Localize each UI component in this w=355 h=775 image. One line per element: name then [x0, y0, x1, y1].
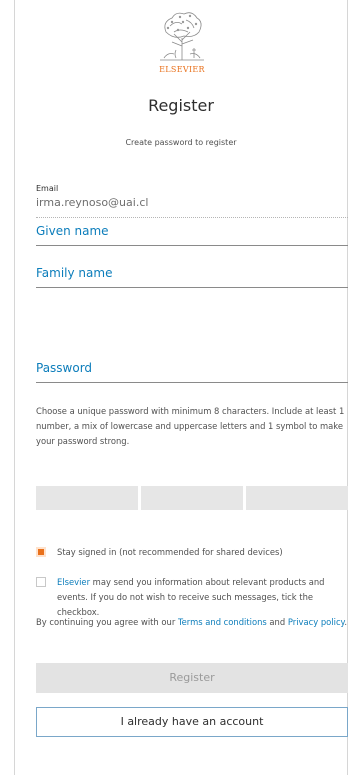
family-name-placeholder: Family name	[36, 266, 113, 280]
consent-prefix: By continuing you agree with our	[36, 617, 178, 627]
given-name-placeholder: Given name	[36, 224, 109, 238]
family-name-field[interactable]: Family name	[36, 264, 348, 288]
register-card: ELSEVIER Register Create password to reg…	[14, 0, 348, 775]
page-title: Register	[148, 96, 214, 115]
password-field[interactable]: Password	[36, 359, 348, 383]
email-label: Email	[36, 184, 59, 193]
privacy-link[interactable]: Privacy policy	[288, 617, 344, 627]
consent-suffix: .	[344, 617, 347, 627]
marketing-checkbox[interactable]	[36, 577, 46, 587]
marketing-text: may send you information about relevant …	[57, 577, 325, 617]
strength-segment	[36, 486, 138, 510]
logo-wordmark: ELSEVIER	[159, 65, 205, 74]
register-button[interactable]: Register	[36, 663, 348, 693]
email-value: irma.reynoso@uai.cl	[36, 196, 149, 209]
stay-signed-in-label: Stay signed in (not recommended for shar…	[57, 547, 283, 557]
password-placeholder: Password	[36, 361, 93, 375]
email-divider	[36, 217, 348, 218]
terms-link[interactable]: Terms and conditions	[178, 617, 267, 627]
elsevier-logo: ELSEVIER	[152, 8, 212, 80]
elsevier-link[interactable]: Elsevier	[57, 577, 90, 587]
marketing-label: Elsevier may send you information about …	[57, 575, 347, 620]
already-have-account-button[interactable]: I already have an account	[36, 707, 348, 737]
password-requirements: Choose a unique password with minimum 8 …	[36, 406, 345, 446]
page-subtitle: Create password to register	[125, 138, 237, 147]
stay-signed-in-checkbox[interactable]	[36, 547, 46, 557]
consent-middle: and	[266, 617, 288, 627]
strength-segment	[141, 486, 243, 510]
tree-icon	[152, 8, 212, 64]
consent-text: By continuing you agree with our Terms a…	[36, 615, 350, 630]
given-name-field[interactable]: Given name	[36, 222, 348, 246]
strength-segment	[246, 486, 348, 510]
password-strength-meter	[36, 486, 348, 510]
